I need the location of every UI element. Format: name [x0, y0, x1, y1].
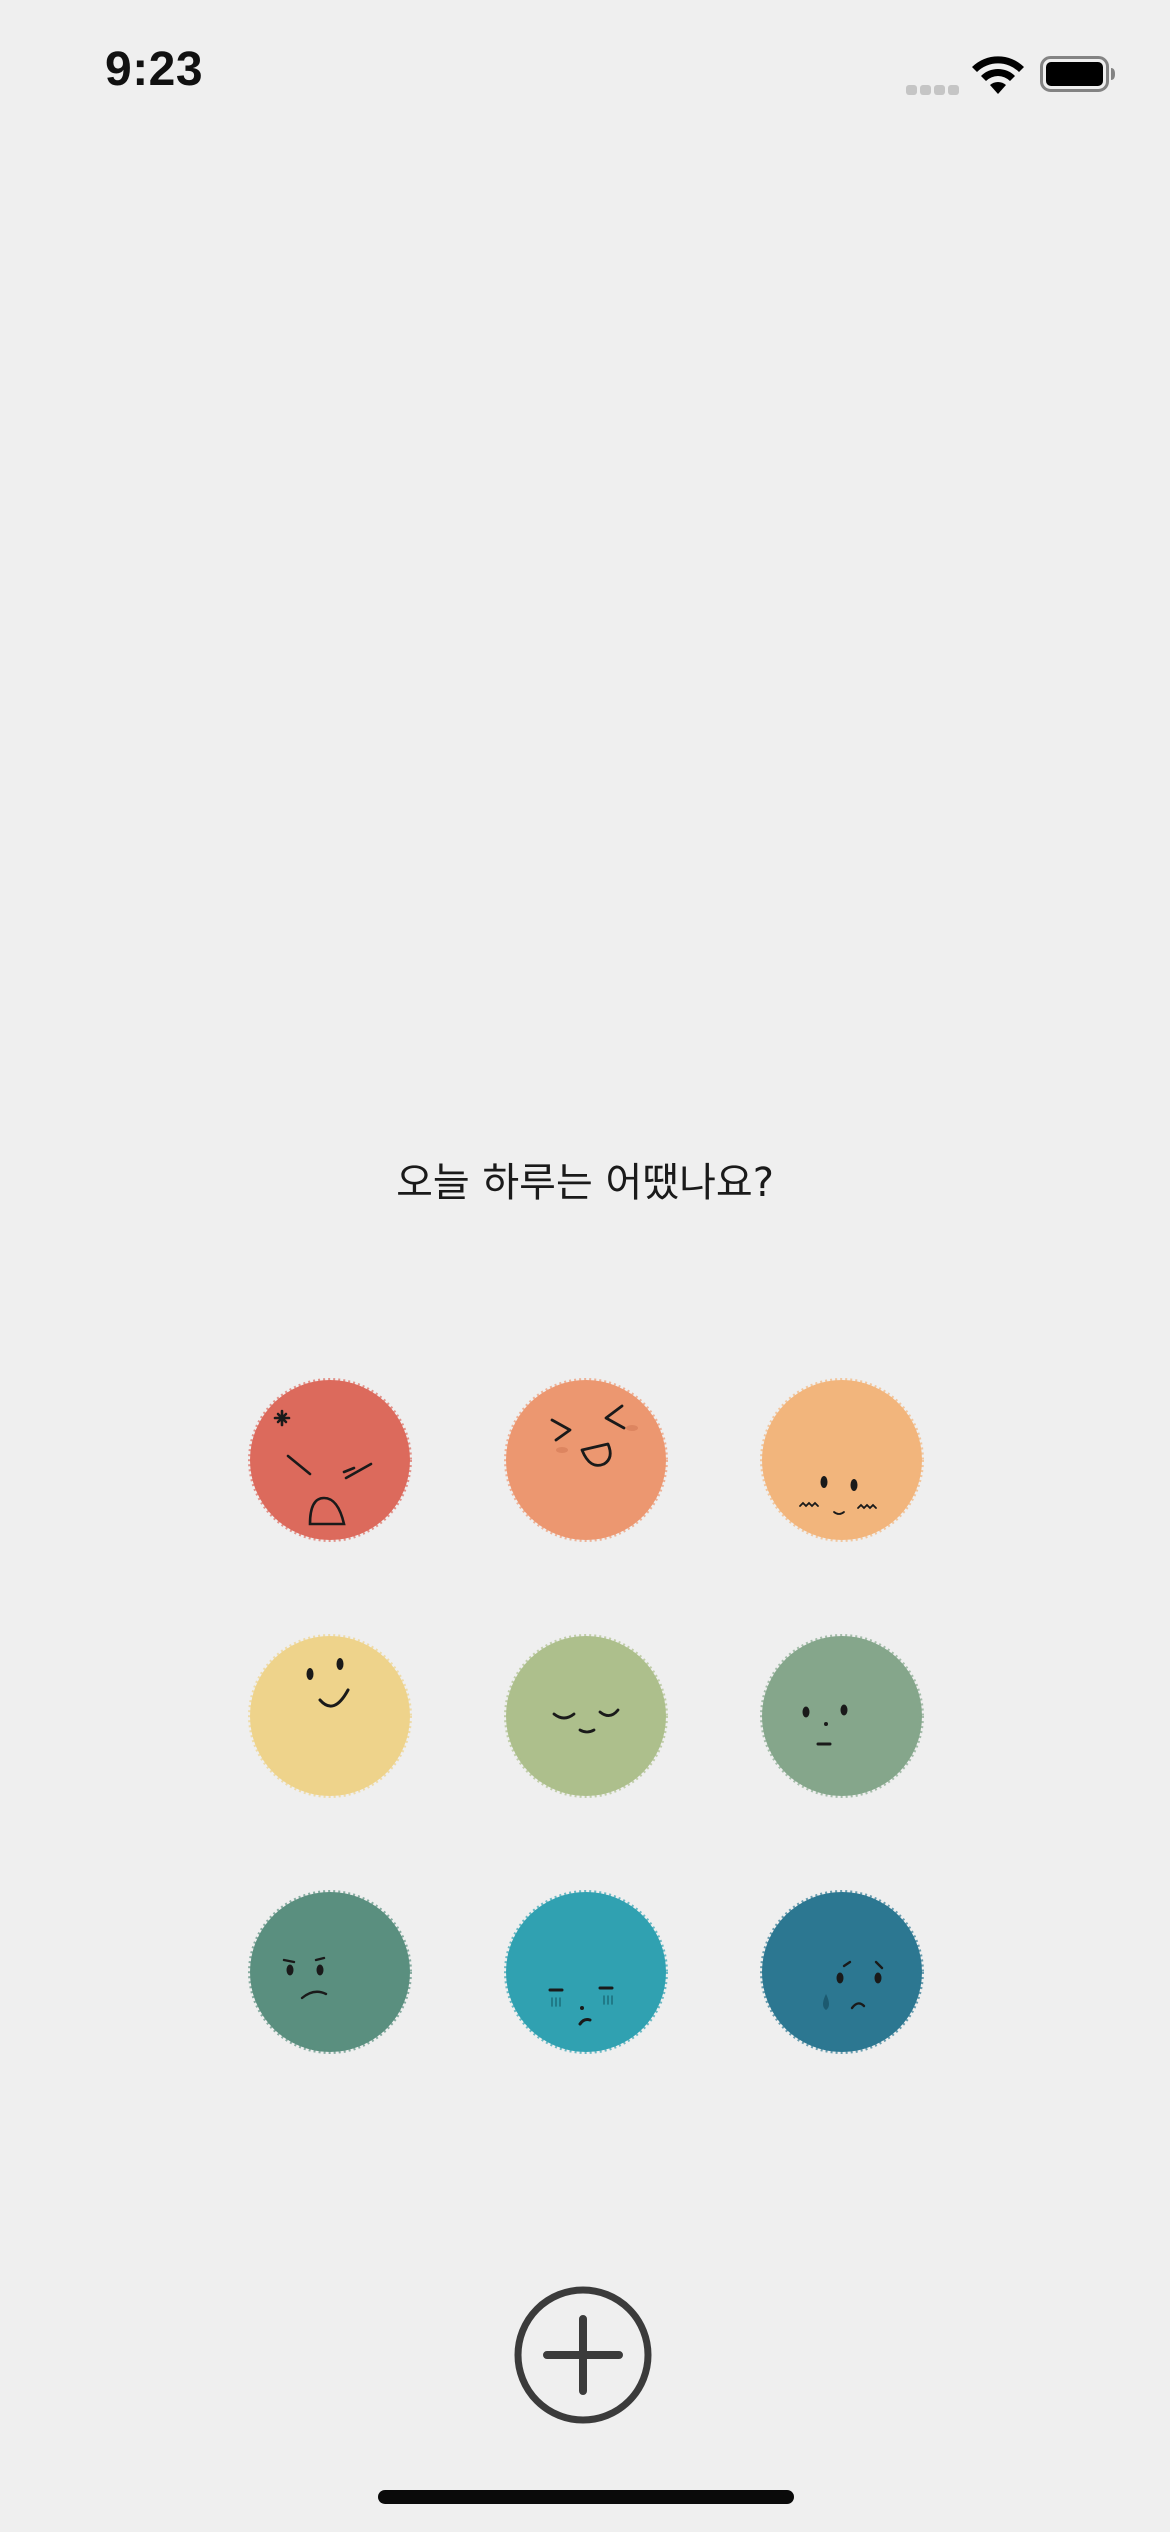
gloomy-face-icon: [504, 1890, 668, 2054]
mood-displeased-button[interactable]: [248, 1890, 412, 2054]
neutral-face-icon: [760, 1634, 924, 1798]
status-time: 9:23: [105, 43, 204, 96]
mood-laughing-button[interactable]: [504, 1378, 668, 1542]
calm-face-icon: [504, 1634, 668, 1798]
angry-face-icon: [248, 1378, 412, 1542]
mood-neutral-button[interactable]: [760, 1634, 924, 1798]
status-bar: 9:23: [0, 0, 1170, 150]
mood-sad-button[interactable]: [760, 1890, 924, 2054]
mood-flustered-button[interactable]: [760, 1378, 924, 1542]
laughing-face-icon: [504, 1378, 668, 1542]
daily-question: 오늘 하루는 어땠나요?: [396, 1160, 774, 1206]
flustered-face-icon: [760, 1378, 924, 1542]
mood-gloomy-button[interactable]: [504, 1890, 668, 2054]
mood-happy-button[interactable]: [248, 1634, 412, 1798]
sad-face-icon: [760, 1890, 924, 2054]
mood-calm-button[interactable]: [504, 1634, 668, 1798]
add-entry-button[interactable]: [513, 2285, 653, 2425]
displeased-face-icon: [248, 1890, 412, 2054]
battery-icon: [1040, 56, 1115, 92]
home-indicator[interactable]: [378, 2490, 794, 2504]
wifi-icon: [972, 56, 1024, 94]
mood-grid: [248, 1378, 924, 2054]
mood-angry-button[interactable]: [248, 1378, 412, 1542]
happy-face-icon: [248, 1634, 412, 1798]
plus-circle-icon: [514, 2286, 652, 2424]
cellular-signal-icon: [906, 80, 962, 95]
